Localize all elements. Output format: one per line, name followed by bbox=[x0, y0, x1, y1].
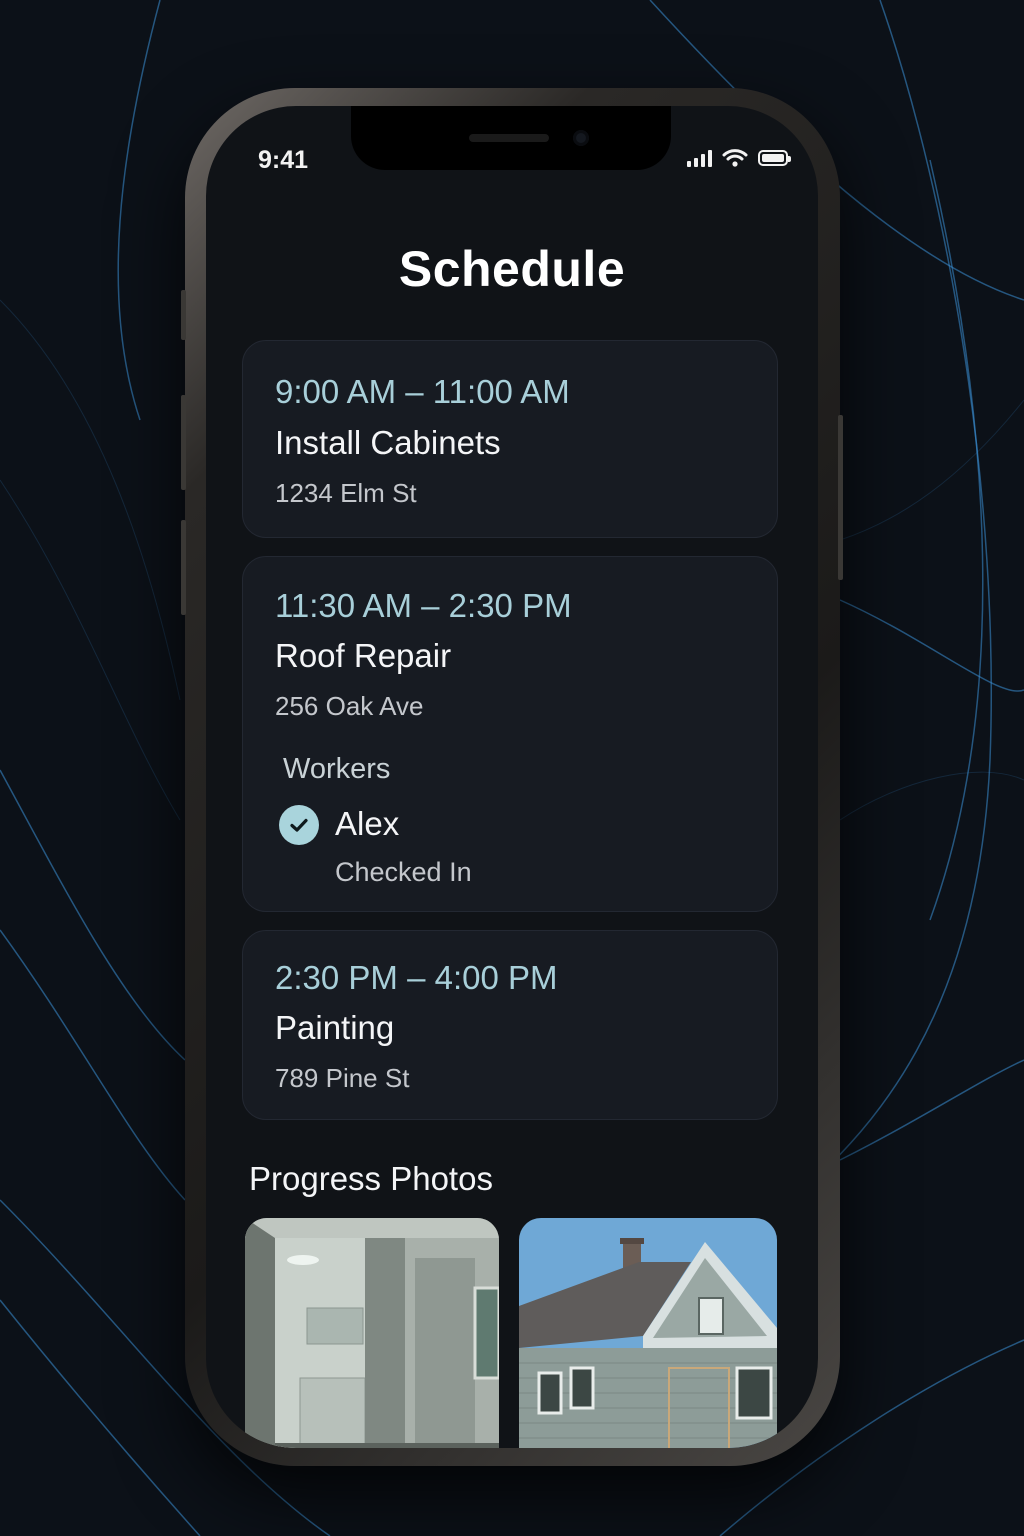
job-time: 11:30 AM – 2:30 PM bbox=[275, 587, 572, 624]
workers-label: Workers bbox=[283, 753, 391, 785]
progress-photos-title: Progress Photos bbox=[249, 1160, 493, 1197]
volume-up-button bbox=[181, 395, 186, 490]
job-address: 1234 Elm St bbox=[275, 478, 417, 508]
job-address: 256 Oak Ave bbox=[275, 691, 424, 721]
silent-switch bbox=[181, 290, 186, 340]
page-title: Schedule bbox=[398, 241, 626, 297]
job-title: Painting bbox=[275, 1009, 395, 1046]
notch bbox=[351, 106, 671, 170]
job-time: 9:00 AM – 11:00 AM bbox=[275, 373, 570, 410]
worker-name: Alex bbox=[335, 805, 400, 842]
status-bar-icons bbox=[687, 148, 791, 168]
house-exterior-photo[interactable] bbox=[519, 1218, 777, 1448]
power-button bbox=[838, 415, 843, 580]
schedule-card-painting[interactable]: 2:30 PM – 4:00 PM Painting 789 Pine St bbox=[242, 930, 778, 1120]
speaker-grille bbox=[469, 134, 549, 142]
interior-kitchen-photo[interactable] bbox=[245, 1218, 499, 1448]
schedule-card-install-cabinets[interactable]: 9:00 AM – 11:00 AM Install Cabinets 1234… bbox=[242, 340, 778, 538]
volume-down-button bbox=[181, 520, 186, 615]
job-title: Install Cabinets bbox=[275, 424, 501, 461]
worker-status: Checked In bbox=[335, 857, 472, 887]
schedule-card-roof-repair[interactable]: 11:30 AM – 2:30 PM Roof Repair 256 Oak A… bbox=[242, 556, 778, 912]
front-camera bbox=[573, 130, 589, 146]
job-time: 2:30 PM – 4:00 PM bbox=[275, 959, 558, 996]
job-address: 789 Pine St bbox=[275, 1063, 410, 1093]
status-bar-time: 9:41 bbox=[258, 146, 309, 174]
battery-icon bbox=[758, 150, 791, 166]
wifi-icon bbox=[722, 149, 748, 167]
check-circle-icon bbox=[279, 805, 319, 845]
job-title: Roof Repair bbox=[275, 637, 452, 674]
cellular-signal-icon bbox=[687, 149, 712, 167]
phone-screen: 9:41 Schedule 9:00 AM – 11:00 AM Install… bbox=[206, 106, 818, 1448]
